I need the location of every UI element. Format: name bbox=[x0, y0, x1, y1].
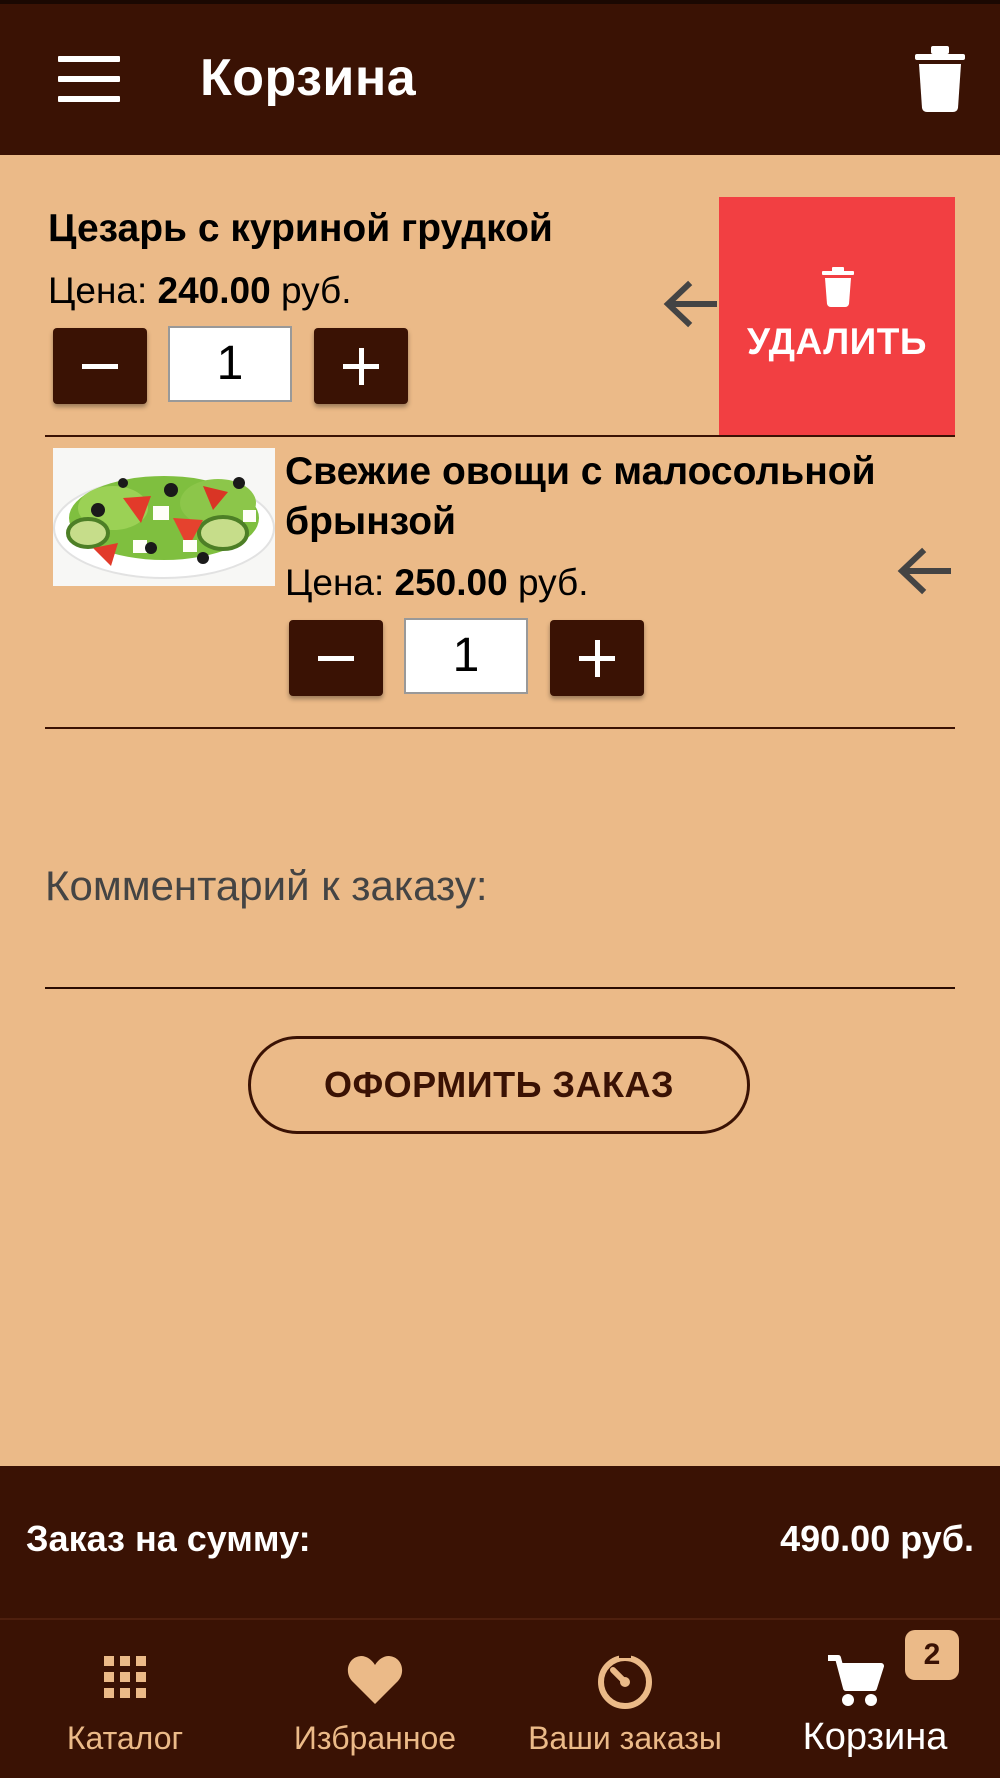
hamburger-menu-icon[interactable] bbox=[58, 56, 120, 102]
quantity-input[interactable]: 1 bbox=[404, 618, 528, 694]
order-total-bar: Заказ на сумму: 490.00 руб. bbox=[0, 1466, 1000, 1618]
comment-underline bbox=[45, 987, 955, 989]
arrow-left-icon[interactable] bbox=[896, 546, 952, 596]
cart-icon bbox=[828, 1655, 884, 1706]
total-label: Заказ на сумму: bbox=[26, 1518, 311, 1559]
minus-icon bbox=[82, 364, 118, 369]
price-label: Цена: bbox=[285, 562, 385, 603]
heart-icon bbox=[347, 1656, 403, 1704]
divider bbox=[45, 727, 955, 729]
page-title: Корзина bbox=[200, 49, 417, 107]
minus-icon bbox=[318, 656, 354, 661]
cart-count-badge: 2 bbox=[905, 1630, 959, 1680]
arrow-left-icon[interactable] bbox=[662, 279, 718, 329]
item-price: Цена: 240.00 руб. bbox=[48, 270, 352, 312]
price-currency: руб. bbox=[280, 270, 352, 311]
divider bbox=[45, 435, 955, 437]
price-currency: руб. bbox=[517, 562, 589, 603]
trash-icon[interactable] bbox=[915, 46, 965, 112]
total-value: 490.00 руб. bbox=[780, 1518, 974, 1559]
nav-label: Избранное bbox=[293, 1720, 457, 1756]
nav-favorites[interactable]: Избранное bbox=[250, 1620, 500, 1778]
app-bar: Корзина bbox=[0, 0, 1000, 155]
trash-icon bbox=[822, 267, 854, 307]
item-name: Свежие овощи с малосольной брынзой bbox=[285, 447, 876, 547]
nav-catalog[interactable]: Каталог bbox=[0, 1620, 250, 1778]
salad-image bbox=[53, 448, 275, 586]
price-value: 240.00 bbox=[157, 270, 271, 311]
nav-cart[interactable]: Корзина bbox=[750, 1620, 1000, 1778]
increase-quantity-button[interactable] bbox=[314, 328, 408, 404]
delete-label: УДАЛИТЬ bbox=[747, 321, 927, 362]
quantity-input[interactable]: 1 bbox=[168, 326, 292, 402]
place-order-button[interactable]: ОФОРМИТЬ ЗАКАЗ bbox=[248, 1036, 750, 1134]
decrease-quantity-button[interactable] bbox=[289, 620, 383, 696]
timer-icon bbox=[598, 1654, 652, 1709]
nav-label: Ваши заказы bbox=[528, 1720, 722, 1756]
bottom-navigation: Каталог Избранное Ваши заказы Корзина bbox=[0, 1620, 1000, 1778]
delete-item-button[interactable]: УДАЛИТЬ bbox=[719, 197, 955, 435]
item-name-line2: брынзой bbox=[285, 500, 456, 543]
nav-label: Каталог bbox=[66, 1720, 184, 1756]
price-value: 250.00 bbox=[394, 562, 508, 603]
item-price: Цена: 250.00 руб. bbox=[285, 562, 589, 604]
nav-your-orders[interactable]: Ваши заказы bbox=[500, 1620, 750, 1778]
item-name-line1: Свежие овощи с малосольной bbox=[285, 450, 876, 493]
increase-quantity-button[interactable] bbox=[550, 620, 644, 696]
item-name: Цезарь с куриной грудкой bbox=[48, 207, 553, 250]
price-label: Цена: bbox=[48, 270, 148, 311]
nav-label: Корзина bbox=[802, 1716, 948, 1758]
decrease-quantity-button[interactable] bbox=[53, 328, 147, 404]
comment-field[interactable]: Комментарий к заказу: bbox=[45, 862, 488, 910]
grid-icon bbox=[104, 1656, 146, 1698]
